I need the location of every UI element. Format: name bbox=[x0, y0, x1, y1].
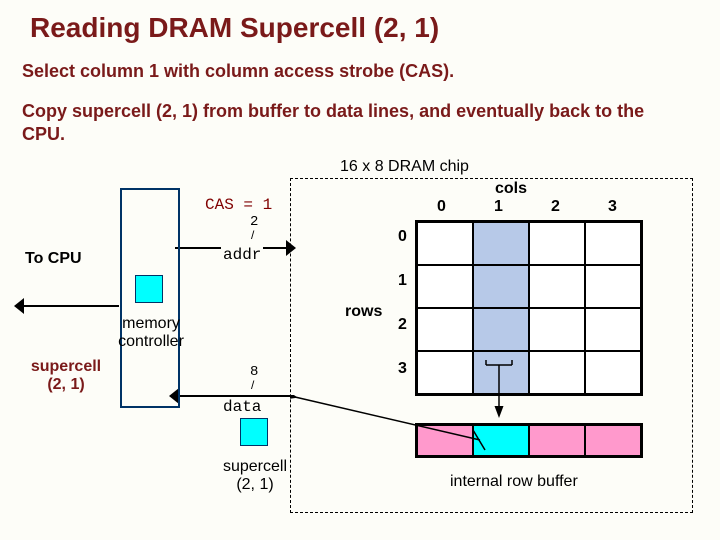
to-cpu-label: To CPU bbox=[25, 250, 82, 268]
to-cpu-line bbox=[19, 305, 119, 307]
cell-2-0 bbox=[417, 308, 473, 351]
cell-2-3 bbox=[585, 308, 641, 351]
data-bus-label: data bbox=[221, 398, 263, 416]
cell-1-1 bbox=[473, 265, 529, 308]
cell-2-2 bbox=[529, 308, 585, 351]
slide-title: Reading DRAM Supercell (2, 1) bbox=[30, 12, 439, 44]
supercell-left-label: supercell (2, 1) bbox=[26, 358, 106, 393]
cell-2-1 bbox=[473, 308, 529, 351]
data-bus-line bbox=[175, 395, 290, 397]
cell-3-2 bbox=[529, 351, 585, 394]
rowbuf-cell-2 bbox=[529, 425, 585, 456]
addr-bus-arrow-icon bbox=[286, 240, 296, 256]
step-text-1: Select column 1 with column access strob… bbox=[22, 60, 454, 83]
cell-0-1 bbox=[473, 222, 529, 265]
supercell-data-label: supercell (2, 1) bbox=[215, 458, 295, 493]
addr-bus-tick-icon: / bbox=[251, 228, 254, 242]
supercell-in-controller-icon bbox=[135, 275, 163, 303]
rows-label: rows bbox=[345, 303, 382, 321]
row-number-2: 2 bbox=[398, 316, 407, 334]
row-buffer-label: internal row buffer bbox=[450, 473, 578, 491]
chip-label: 16 x 8 DRAM chip bbox=[340, 158, 469, 176]
cell-0-0 bbox=[417, 222, 473, 265]
cell-0-3 bbox=[585, 222, 641, 265]
row-number-0: 0 bbox=[398, 228, 407, 246]
step-text-2: Copy supercell (2, 1) from buffer to dat… bbox=[22, 100, 662, 145]
addr-bus-label: addr bbox=[221, 246, 263, 264]
supercell-on-data-bus-icon bbox=[240, 418, 268, 446]
row-number-3: 3 bbox=[398, 360, 407, 378]
cas-signal-label: CAS = 1 bbox=[205, 196, 272, 214]
col-number-1: 1 bbox=[494, 198, 503, 216]
col-number-3: 3 bbox=[608, 198, 617, 216]
cell-0-2 bbox=[529, 222, 585, 265]
dram-grid bbox=[415, 220, 643, 396]
cell-3-0 bbox=[417, 351, 473, 394]
cell-1-0 bbox=[417, 265, 473, 308]
rowbuf-cell-3 bbox=[585, 425, 641, 456]
col-number-0: 0 bbox=[437, 198, 446, 216]
col-number-2: 2 bbox=[551, 198, 560, 216]
buffer-to-data-arrow-icon bbox=[290, 395, 490, 460]
row-number-1: 1 bbox=[398, 272, 407, 290]
cell-1-2 bbox=[529, 265, 585, 308]
cell-1-3 bbox=[585, 265, 641, 308]
to-cpu-arrow-icon bbox=[14, 298, 24, 314]
memory-controller-label: memory controller bbox=[106, 315, 196, 350]
data-bus-tick-icon: / bbox=[251, 378, 254, 392]
cols-label: cols bbox=[495, 180, 527, 198]
cell-3-3 bbox=[585, 351, 641, 394]
